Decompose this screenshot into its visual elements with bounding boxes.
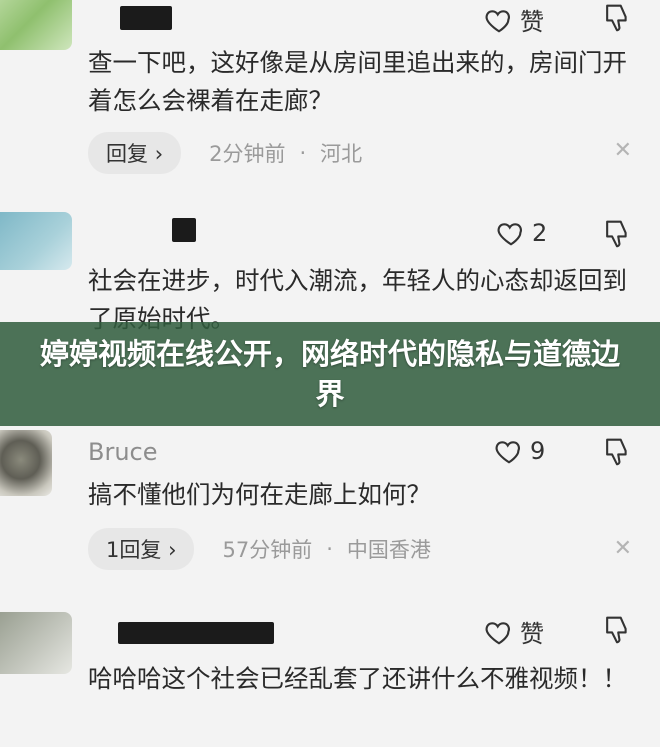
heart-icon xyxy=(497,223,522,246)
heart-icon xyxy=(485,621,510,644)
separator-dot: · xyxy=(299,141,307,165)
heart-icon xyxy=(495,441,520,464)
comment-meta: 1回复 › 57分钟前 · 中国香港 xyxy=(88,528,431,570)
headline-banner: 婷婷视频在线公开，网络时代的隐私与道德边界 xyxy=(0,322,660,426)
chevron-right-icon: › xyxy=(168,538,177,562)
reply-button[interactable]: 1回复 › xyxy=(88,528,195,570)
close-icon[interactable]: ✕ xyxy=(614,138,632,163)
like-count: 赞 xyxy=(520,8,544,36)
comment-text: 搞不懂他们为何在走廊上如何？ xyxy=(88,480,431,509)
reply-label: 1回复 xyxy=(106,538,162,562)
reply-button[interactable]: 回复 › xyxy=(88,132,182,174)
comment-time: 2分钟前 xyxy=(209,142,286,166)
dislike-icon[interactable] xyxy=(602,614,632,646)
avatar[interactable] xyxy=(0,612,72,674)
comment-time: 57分钟前 xyxy=(222,538,313,562)
redacted-username xyxy=(120,6,172,30)
comment-text: 哈哈哈这个社会已经乱套了还讲什么不雅视频！！ xyxy=(88,664,627,693)
close-icon[interactable]: ✕ xyxy=(614,536,632,561)
comment-meta: 回复 › 2分钟前 · 河北 xyxy=(88,132,362,174)
redacted-username xyxy=(118,622,274,644)
like-count: 赞 xyxy=(520,620,544,648)
dislike-icon[interactable] xyxy=(602,436,632,468)
like-button[interactable]: 赞 xyxy=(484,614,544,649)
reply-label: 回复 xyxy=(106,142,148,166)
dislike-icon[interactable] xyxy=(602,2,632,34)
avatar[interactable] xyxy=(0,212,72,270)
comment-text: 查一下吧，这好像是从房间里追出来的，房间门开着怎么会裸着在走廊？ xyxy=(88,48,627,115)
chevron-right-icon: › xyxy=(154,142,164,166)
banner-title: 婷婷视频在线公开，网络时代的隐私与道德边界 xyxy=(39,337,620,411)
like-count: 2 xyxy=(532,219,548,247)
avatar[interactable] xyxy=(0,0,72,50)
heart-icon xyxy=(485,9,510,32)
like-button[interactable]: 9 xyxy=(494,436,545,466)
comment-location: 河北 xyxy=(320,142,363,166)
like-button[interactable]: 赞 xyxy=(484,2,544,37)
avatar[interactable] xyxy=(0,430,52,496)
comment-username: Bruce xyxy=(88,438,158,466)
comment-location: 中国香港 xyxy=(346,538,431,562)
dislike-icon[interactable] xyxy=(602,218,632,250)
like-button[interactable]: 2 xyxy=(496,218,547,248)
like-count: 9 xyxy=(530,437,546,465)
separator-dot: · xyxy=(326,537,333,561)
redacted-username xyxy=(172,218,196,242)
